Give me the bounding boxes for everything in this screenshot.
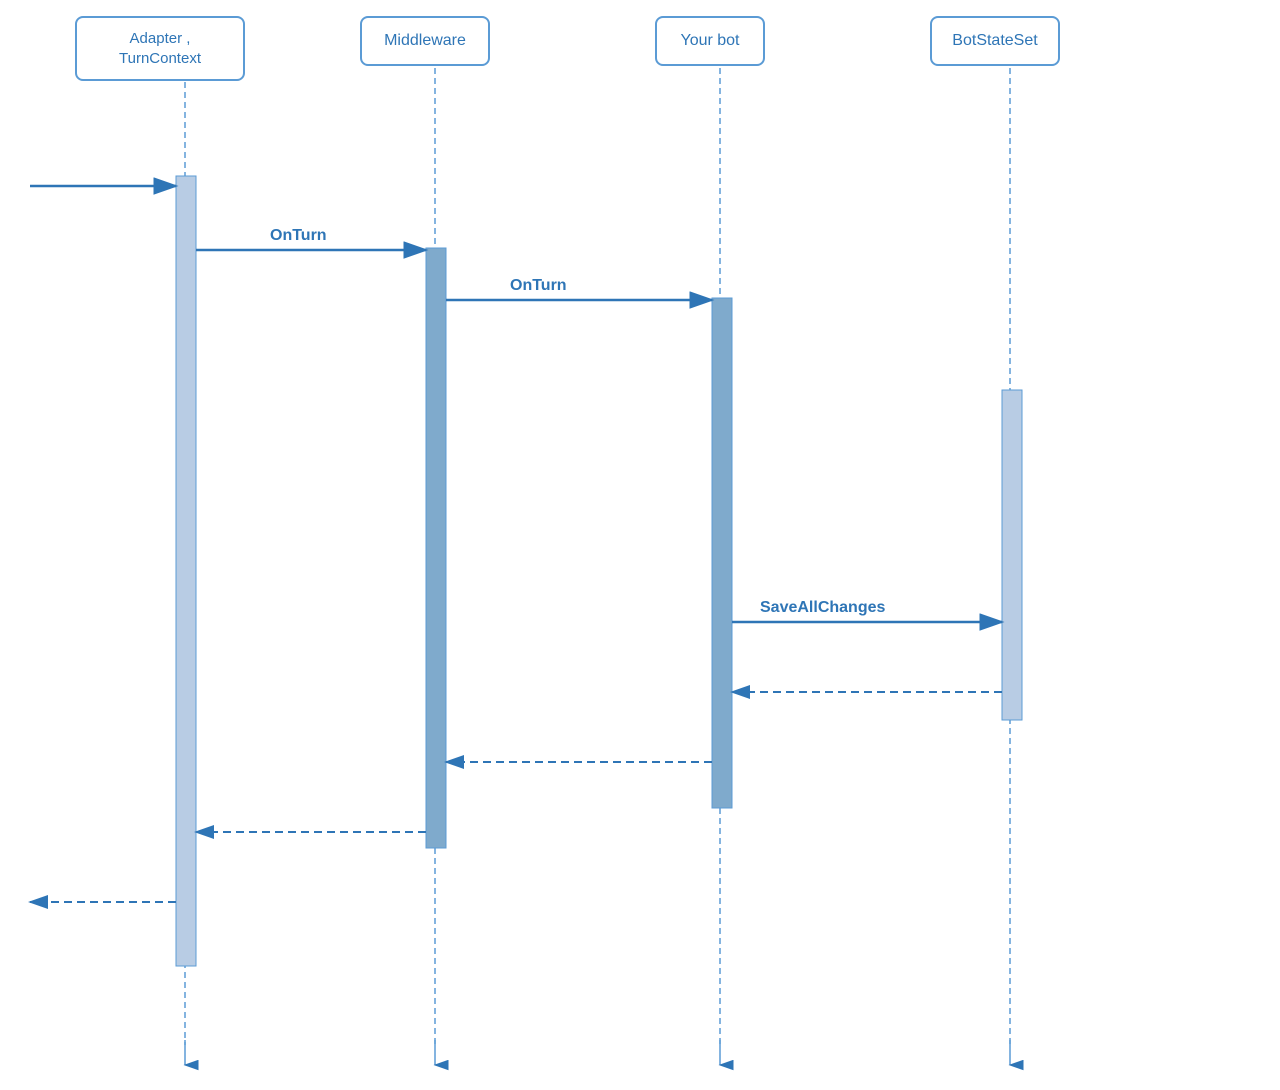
actor-adapter-label: Adapter , TurnContext <box>119 29 201 68</box>
middleware-activation <box>426 248 446 848</box>
actor-botstateset-label: BotStateSet <box>952 32 1037 50</box>
sequence-diagram: OnTurn OnTurn SaveAllChanges Adapter , T… <box>0 0 1280 1090</box>
saveallchanges-label: SaveAllChanges <box>760 599 885 616</box>
actor-middleware-label: Middleware <box>384 32 466 50</box>
adapter-activation <box>176 176 196 966</box>
actor-adapter: Adapter , TurnContext <box>75 16 245 81</box>
actor-botstateset: BotStateSet <box>930 16 1060 66</box>
actor-yourbot: Your bot <box>655 16 765 66</box>
botstateset-activation <box>1002 390 1022 720</box>
onturn1-label: OnTurn <box>270 227 327 244</box>
yourbot-activation <box>712 298 732 808</box>
diagram-svg: OnTurn OnTurn SaveAllChanges <box>0 0 1280 1090</box>
actor-middleware: Middleware <box>360 16 490 66</box>
actor-yourbot-label: Your bot <box>680 32 739 50</box>
onturn2-label: OnTurn <box>510 277 567 294</box>
